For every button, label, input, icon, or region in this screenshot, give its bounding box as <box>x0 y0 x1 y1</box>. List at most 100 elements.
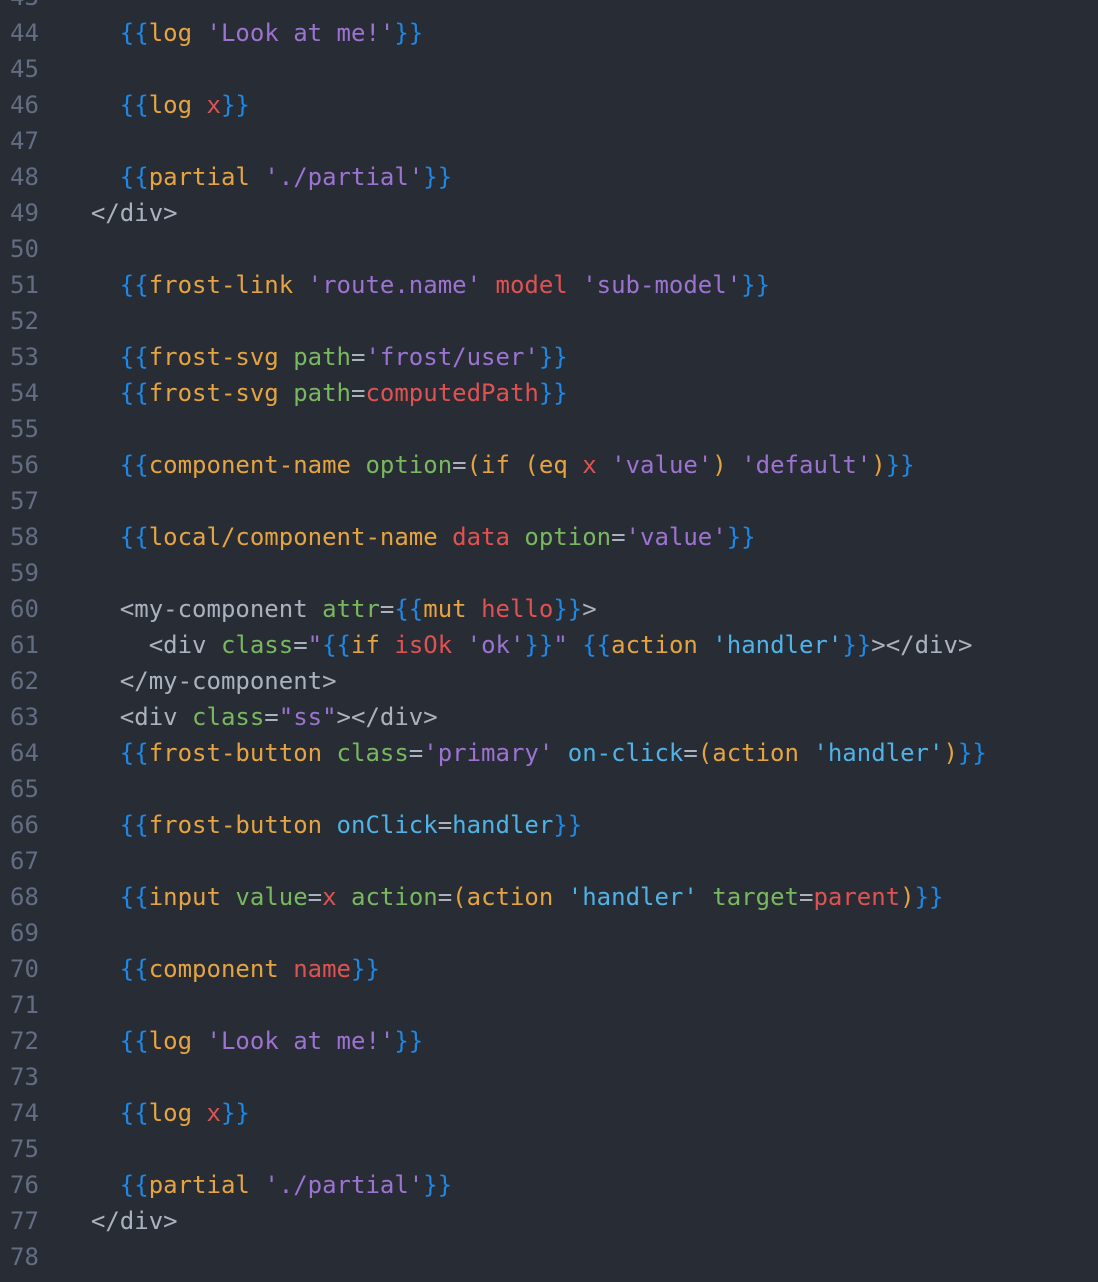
code-token-helper: local/component-name <box>148 523 438 551</box>
code-token-string: 'Look at me!' <box>206 1027 395 1055</box>
code-line[interactable]: 73 <box>0 1059 1098 1095</box>
code-token-tag: <div <box>62 631 207 659</box>
code-line[interactable]: 70 {{component name}} <box>0 951 1098 987</box>
code-token-helper: component <box>148 955 279 983</box>
code-token-variable: data <box>452 523 510 551</box>
code-token-tag: ></div> <box>336 703 438 731</box>
line-number: 43 <box>10 0 50 15</box>
code-line[interactable]: 78 <box>0 1239 1098 1275</box>
code-line[interactable]: 77 </div> <box>0 1203 1098 1239</box>
line-number: 50 <box>10 235 39 263</box>
code-line[interactable]: 68 {{input value=x action=(action 'handl… <box>0 879 1098 915</box>
code-token-brace: {{ <box>62 739 149 767</box>
code-line[interactable]: 65 <box>0 771 1098 807</box>
code-token-helper: ) <box>871 451 886 479</box>
code-line[interactable]: 50 <box>0 231 1098 267</box>
code-line[interactable]: 69 <box>0 915 1098 951</box>
code-token-attribute: class <box>192 703 265 731</box>
code-line[interactable]: 74 {{log x}} <box>0 1095 1098 1131</box>
code-line[interactable]: 72 {{log 'Look at me!'}} <box>0 1023 1098 1059</box>
code-line[interactable]: 60 <my-component attr={{mut hello}}> <box>0 591 1098 627</box>
code-token-plain: = <box>798 883 814 911</box>
code-line[interactable]: 61 <div class="{{if isOk 'ok'}}" {{actio… <box>0 627 1098 663</box>
code-token-helper: (if <box>466 451 510 479</box>
code-line[interactable]: 62 </my-component> <box>0 663 1098 699</box>
code-line[interactable]: 57 <box>0 483 1098 519</box>
code-token-plain: = <box>452 451 467 479</box>
code-token-brace: }} <box>553 595 583 623</box>
code-line[interactable]: 45 <box>0 51 1098 87</box>
line-number: 56 <box>10 451 39 479</box>
line-number: 70 <box>10 955 39 983</box>
code-line[interactable]: 49 </div> <box>0 195 1098 231</box>
code-token-plain: = <box>683 739 698 767</box>
code-line[interactable]: 58 {{local/component-name data option='v… <box>0 519 1098 555</box>
code-token-string: 'default' <box>741 451 872 479</box>
code-token-brace: }} <box>538 343 568 371</box>
code-line[interactable]: 48 {{partial './partial'}} <box>0 159 1098 195</box>
code-token-attribute: attr <box>322 595 380 623</box>
code-token-plain: = <box>293 631 308 659</box>
code-line[interactable]: 43 <box>0 0 1098 15</box>
code-token-attribute: path <box>293 379 351 407</box>
code-text: </div> <box>62 195 178 231</box>
code-token-attribute: path <box>293 343 351 371</box>
code-token-attribute: action <box>351 883 438 911</box>
line-number: 55 <box>10 415 39 443</box>
code-text: {{log 'Look at me!'}} <box>62 1023 423 1059</box>
code-token-brace: }} <box>741 271 771 299</box>
code-token-variable: name <box>293 955 351 983</box>
code-line[interactable]: 54 {{frost-svg path=computedPath}} <box>0 375 1098 411</box>
code-token-string: 'Look at me!' <box>206 19 395 47</box>
code-token-string: 'value' <box>611 451 713 479</box>
code-line[interactable]: 46 {{log x}} <box>0 87 1098 123</box>
code-editor[interactable]: 4344 {{log 'Look at me!'}}4546 {{log x}}… <box>0 0 1098 1282</box>
code-line[interactable]: 75 <box>0 1131 1098 1167</box>
code-text: {{frost-button onClick=handler}} <box>62 807 582 843</box>
code-token-brace: {{ <box>582 631 612 659</box>
code-token-variable: x <box>322 883 337 911</box>
code-text: </my-component> <box>62 663 337 699</box>
line-number: 51 <box>10 271 39 299</box>
code-line[interactable]: 55 <box>0 411 1098 447</box>
code-line[interactable]: 44 {{log 'Look at me!'}} <box>0 15 1098 51</box>
code-line[interactable]: 64 {{frost-button class='primary' on-cli… <box>0 735 1098 771</box>
code-line[interactable]: 56 {{component-name option=(if (eq x 'va… <box>0 447 1098 483</box>
code-token-action-handler: on-click <box>567 739 684 767</box>
code-text: {{component name}} <box>62 951 380 987</box>
code-token-variable: x <box>206 1099 221 1127</box>
line-number: 52 <box>10 307 39 335</box>
code-token-helper: ) <box>900 883 915 911</box>
code-token-brace: }} <box>423 163 453 191</box>
code-token-helper: (action <box>697 739 799 767</box>
code-token-helper: log <box>148 91 193 119</box>
code-line[interactable]: 52 <box>0 303 1098 339</box>
code-line[interactable]: 71 <box>0 987 1098 1023</box>
code-line[interactable]: 51 {{frost-link 'route.name' model 'sub-… <box>0 267 1098 303</box>
code-line[interactable]: 63 <div class="ss"></div> <box>0 699 1098 735</box>
code-token-plain: = <box>351 379 366 407</box>
code-token-brace: }} <box>423 1171 453 1199</box>
code-lines: 4344 {{log 'Look at me!'}}4546 {{log x}}… <box>0 0 1098 1275</box>
code-line[interactable]: 53 {{frost-svg path='frost/user'}} <box>0 339 1098 375</box>
code-line[interactable]: 66 {{frost-button onClick=handler}} <box>0 807 1098 843</box>
code-line[interactable]: 47 <box>0 123 1098 159</box>
code-line[interactable]: 59 <box>0 555 1098 591</box>
code-line[interactable]: 76 {{partial './partial'}} <box>0 1167 1098 1203</box>
code-line[interactable]: 67 <box>0 843 1098 879</box>
